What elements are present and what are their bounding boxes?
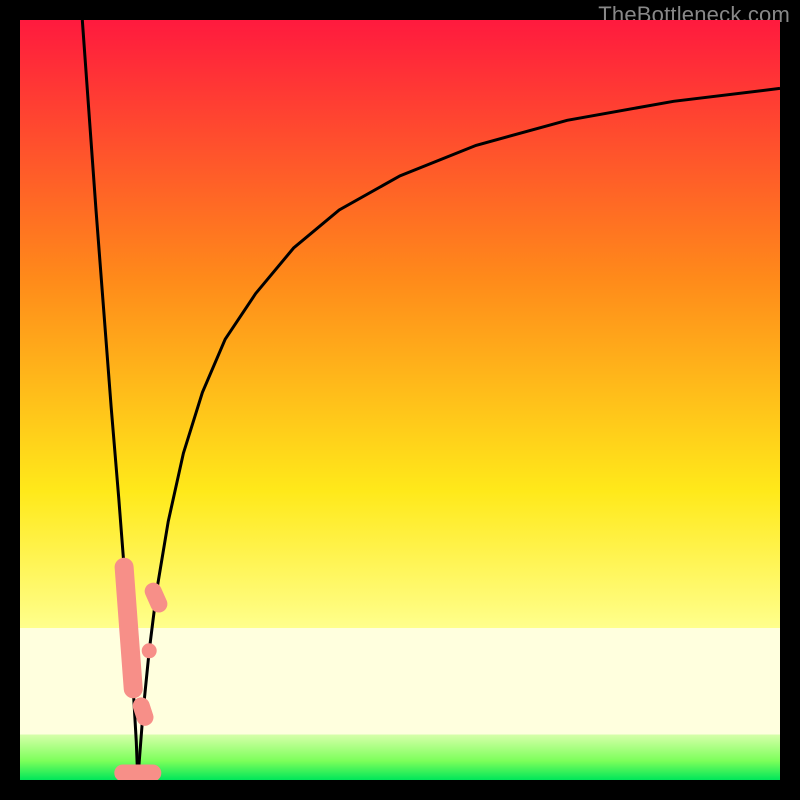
marker-bottom-bar xyxy=(115,765,161,780)
plot-area xyxy=(20,20,780,780)
chart-frame: TheBottleneck.com xyxy=(0,0,800,800)
plot-svg xyxy=(20,20,780,780)
marker-right-dot xyxy=(142,644,156,658)
